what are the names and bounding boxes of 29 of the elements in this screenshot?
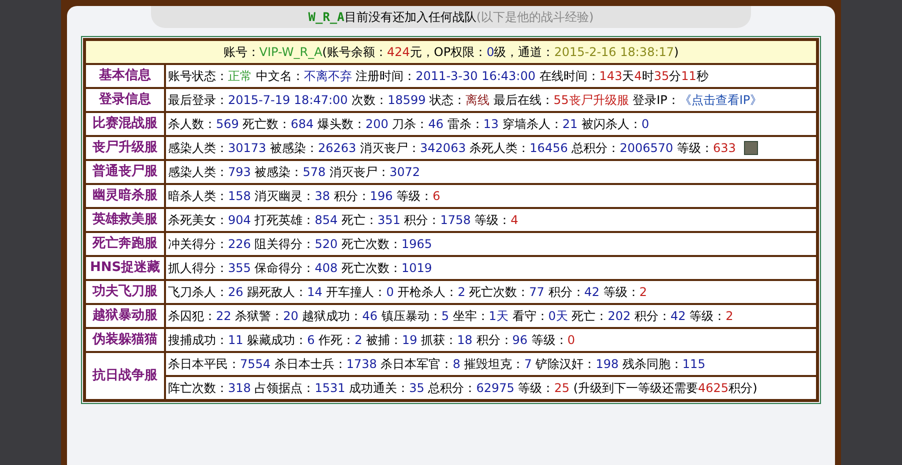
section-label: 功夫飞刀服 — [86, 281, 164, 303]
section-label: 抗日战争服 — [86, 353, 164, 399]
stats-line: 杀日本平民：7554 杀日本士兵：1738 杀日本军官：8 摧毁坦克：7 铲除汉奸：198 残杀同胞：115 — [168, 356, 706, 373]
stats-line: 飞刀杀人：26 踢死敌人：14 开车撞人：0 开枪杀人：2 死亡次数：77 积分：42 等级：2 — [168, 284, 648, 301]
section-label: HNS捉迷藏 — [86, 257, 164, 279]
stats-line: 杀死美女：904 打死英雄：854 死亡：351 积分：1758 等级：4 — [168, 212, 518, 229]
stats-line: 杀囚犯：22 杀狱警：20 越狱成功：46 镇压暴动：5 坐牢：1天 看守：0天 死亡：202 积分：42 等级：2 — [168, 308, 734, 325]
section-label: 基本信息 — [86, 65, 164, 87]
section-label: 幽灵暗杀服 — [86, 185, 164, 207]
page-title: W_R_A目前没有还加入任何战队(以下是他的战斗经验) — [151, 6, 751, 28]
stats-line: 搜捕成功：11 躲藏成功：6 作死：2 被捕：19 抓获：18 积分：96 等级：0 — [168, 332, 576, 349]
section-label: 比赛混战服 — [86, 113, 164, 135]
stats-line: 杀人数：569 死亡数：684 爆头数：200 刀杀：46 雷杀：13 穿墙杀人：21 被闪杀人：0 — [168, 116, 650, 133]
section-label: 伪装躲猫猫 — [86, 329, 164, 351]
stats-line: 感染人类：30173 被感染：26263 消灭丧尸：342063 杀死人类：16456 总积分：2006570 等级：633 — [168, 140, 736, 157]
stats-line: 冲关得分：226 阻关得分：520 死亡次数：1965 — [168, 236, 432, 253]
stats-line: 阵亡次数：318 占领据点：1531 成功通关：35 总积分：62975 等级：25 (升级到下一等级还需要4625积分) — [168, 380, 758, 397]
stats-line: 最后登录：2015-7-19 18:47:00 次数：18599 状态：离线 最后在线：55丧尸升级服 登录IP：《点击查看IP》 — [168, 92, 762, 109]
account-summary: 账号：VIP-W_R_A(账号余额：424元，OP权限：0级，通道：2015-2-16 18:38:17) — [86, 41, 816, 63]
stats-line: 抓人得分：355 保命得分：408 死亡次数：1019 — [168, 260, 432, 277]
stats-line: 账号状态：正常 中文名：不离不弃 注册时间：2011-3-30 16:43:00 在线时间：143天4时35分11秒 — [168, 68, 708, 85]
stats-line: 感染人类：793 被感染：578 消灭丧尸：3072 — [168, 164, 420, 181]
section-label: 普通丧尸服 — [86, 161, 164, 183]
stats-line: 暗杀人类：158 消灭幽灵：38 积分：196 等级：6 — [168, 188, 440, 205]
section-label: 英雄救美服 — [86, 209, 164, 231]
section-label: 死亡奔跑服 — [86, 233, 164, 255]
section-label: 登录信息 — [86, 89, 164, 111]
section-label: 越狱暴动服 — [86, 305, 164, 327]
section-label: 丧尸升级服 — [86, 137, 164, 159]
